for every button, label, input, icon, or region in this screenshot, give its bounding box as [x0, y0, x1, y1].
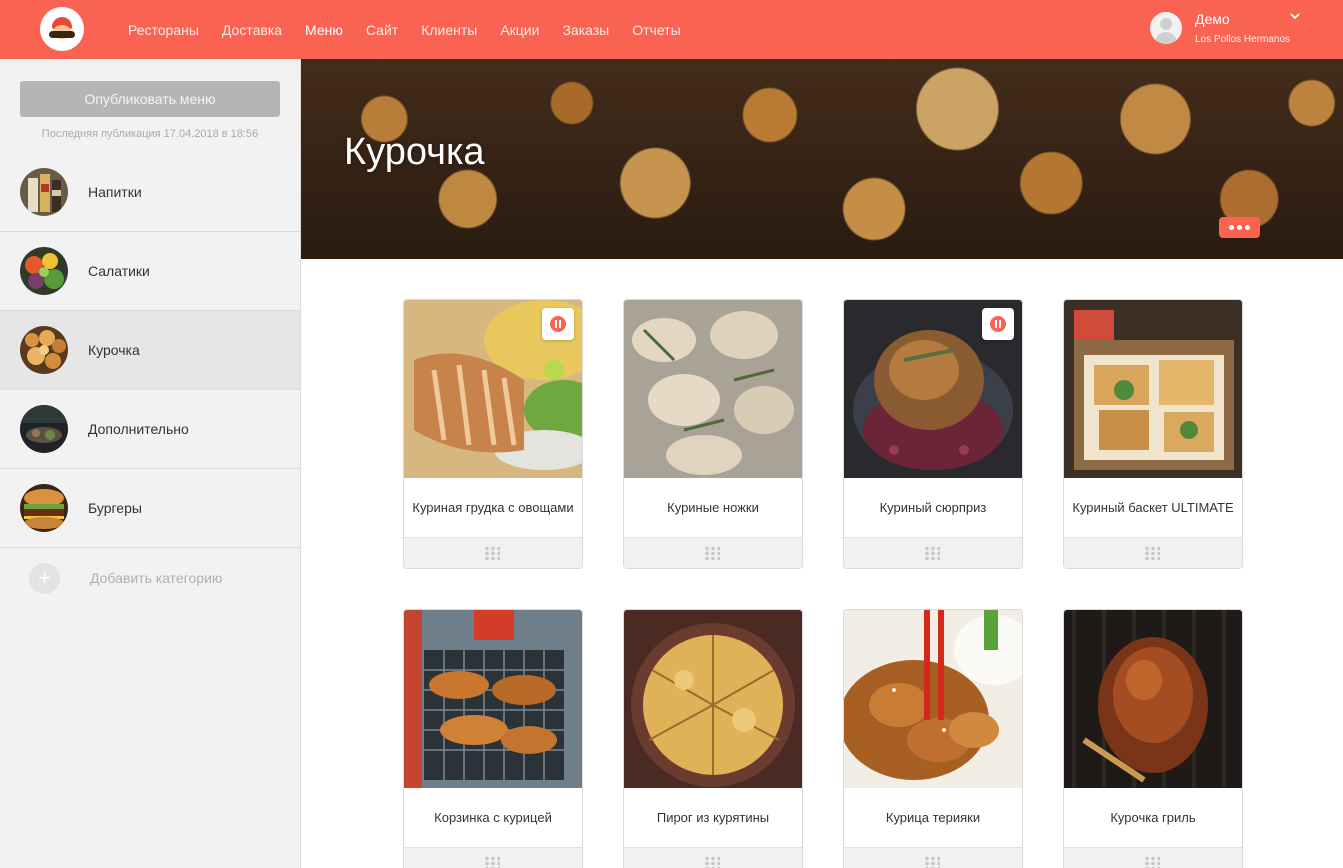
drag-grip-icon[interactable] [484, 856, 500, 868]
add-category-label: Добавить категорию [90, 570, 223, 586]
drag-grip-icon[interactable] [1144, 856, 1160, 868]
drag-handle[interactable] [624, 537, 802, 568]
main-nav: Рестораны Доставка Меню Сайт Клиенты Акц… [128, 0, 704, 59]
drag-handle[interactable] [1064, 847, 1242, 868]
top-navbar: Рестораны Доставка Меню Сайт Клиенты Акц… [0, 0, 1343, 59]
menu-item-image [1064, 300, 1242, 478]
menu-item-name: Пирог из курятины [656, 810, 770, 825]
category-label: Курочка [88, 342, 140, 358]
last-publication-text: Последняя публикация 17.04.2018 в 18:56 [41, 128, 259, 140]
drag-handle[interactable] [404, 537, 582, 568]
category-label: Дополнительно [88, 421, 189, 437]
user-company: Los Pollos Hermanos [1195, 34, 1291, 45]
menu-item-card[interactable]: Корзинка с курицей [403, 609, 583, 868]
category-item-salads[interactable]: Салатики [0, 232, 300, 311]
menu-item-card[interactable]: Курочка гриль [1063, 609, 1243, 868]
chevron-down-icon[interactable] [1290, 12, 1300, 20]
drag-handle[interactable] [1064, 537, 1242, 568]
menu-item-image [1064, 610, 1242, 788]
category-label: Салатики [88, 263, 150, 279]
menu-item-image [624, 610, 802, 788]
drag-handle[interactable] [404, 847, 582, 868]
drag-grip-icon[interactable] [1144, 546, 1160, 560]
menu-item-name: Куриный сюрприз [879, 500, 987, 515]
nav-item-promotions[interactable]: Акции [500, 22, 539, 38]
menu-item-name: Куриный баскет ULTIMATE [1072, 500, 1234, 515]
more-dots-icon[interactable] [1219, 217, 1260, 238]
drag-grip-icon[interactable] [924, 856, 940, 868]
category-item-chicken[interactable]: Курочка [0, 311, 300, 390]
menu-item-card[interactable]: Пирог из курятины [623, 609, 803, 868]
nav-item-site[interactable]: Сайт [366, 22, 398, 38]
menu-item-name: Куриная грудка с овощами [412, 500, 574, 515]
category-title: Курочка [344, 131, 485, 173]
category-thumbnail [20, 247, 68, 295]
menu-item-name: Курица терияки [885, 810, 981, 825]
category-label: Напитки [88, 184, 142, 200]
menu-item-card[interactable]: Куриный сюрприз [843, 299, 1023, 569]
menu-item-card[interactable]: Куриные ножки [623, 299, 803, 569]
nav-item-orders[interactable]: Заказы [562, 22, 609, 38]
drag-handle[interactable] [844, 537, 1022, 568]
category-thumbnail [20, 484, 68, 532]
user-name[interactable]: Демо [1195, 11, 1230, 27]
menu-item-image [404, 610, 582, 788]
sidebar: Опубликовать меню Последняя публикация 1… [0, 59, 301, 868]
drag-handle[interactable] [624, 847, 802, 868]
pause-icon[interactable] [982, 308, 1014, 340]
nav-item-clients[interactable]: Клиенты [421, 22, 477, 38]
category-list: Напитки Салатики Курочка Дополнительно Б… [0, 153, 300, 548]
category-thumbnail [20, 405, 68, 453]
sombrero-mustache-logo-icon[interactable] [40, 7, 84, 51]
nav-item-menu[interactable]: Меню [305, 22, 343, 38]
category-banner: Курочка [301, 59, 1343, 259]
menu-item-name: Корзинка с курицей [434, 810, 552, 825]
menu-item-card[interactable]: Курица терияки [843, 609, 1023, 868]
menu-item-card[interactable]: Куриная грудка с овощами [403, 299, 583, 569]
publish-menu-button[interactable]: Опубликовать меню [20, 81, 280, 117]
user-menu[interactable]: Демо Los Pollos Hermanos [1150, 10, 1330, 50]
pause-icon[interactable] [542, 308, 574, 340]
plus-icon[interactable]: + [29, 563, 60, 594]
category-thumbnail [20, 326, 68, 374]
nav-item-reports[interactable]: Отчеты [632, 22, 680, 38]
drag-handle[interactable] [844, 847, 1022, 868]
drag-grip-icon[interactable] [924, 546, 940, 560]
drag-grip-icon[interactable] [484, 546, 500, 560]
user-avatar-icon[interactable] [1150, 12, 1182, 44]
drag-grip-icon[interactable] [704, 856, 720, 868]
category-item-drinks[interactable]: Напитки [0, 153, 300, 232]
drag-grip-icon[interactable] [704, 546, 720, 560]
category-thumbnail [20, 168, 68, 216]
menu-item-image [624, 300, 802, 478]
menu-item-name: Куриные ножки [667, 500, 759, 515]
nav-item-delivery[interactable]: Доставка [222, 22, 282, 38]
menu-item-image [844, 610, 1022, 788]
add-category-button[interactable]: + Добавить категорию [0, 548, 300, 608]
category-item-burgers[interactable]: Бургеры [0, 469, 300, 548]
menu-item-card[interactable]: Куриный баскет ULTIMATE [1063, 299, 1243, 569]
menu-item-name: Курочка гриль [1110, 810, 1196, 825]
category-item-extras[interactable]: Дополнительно [0, 390, 300, 469]
category-label: Бургеры [88, 500, 142, 516]
nav-item-restaurants[interactable]: Рестораны [128, 22, 199, 38]
